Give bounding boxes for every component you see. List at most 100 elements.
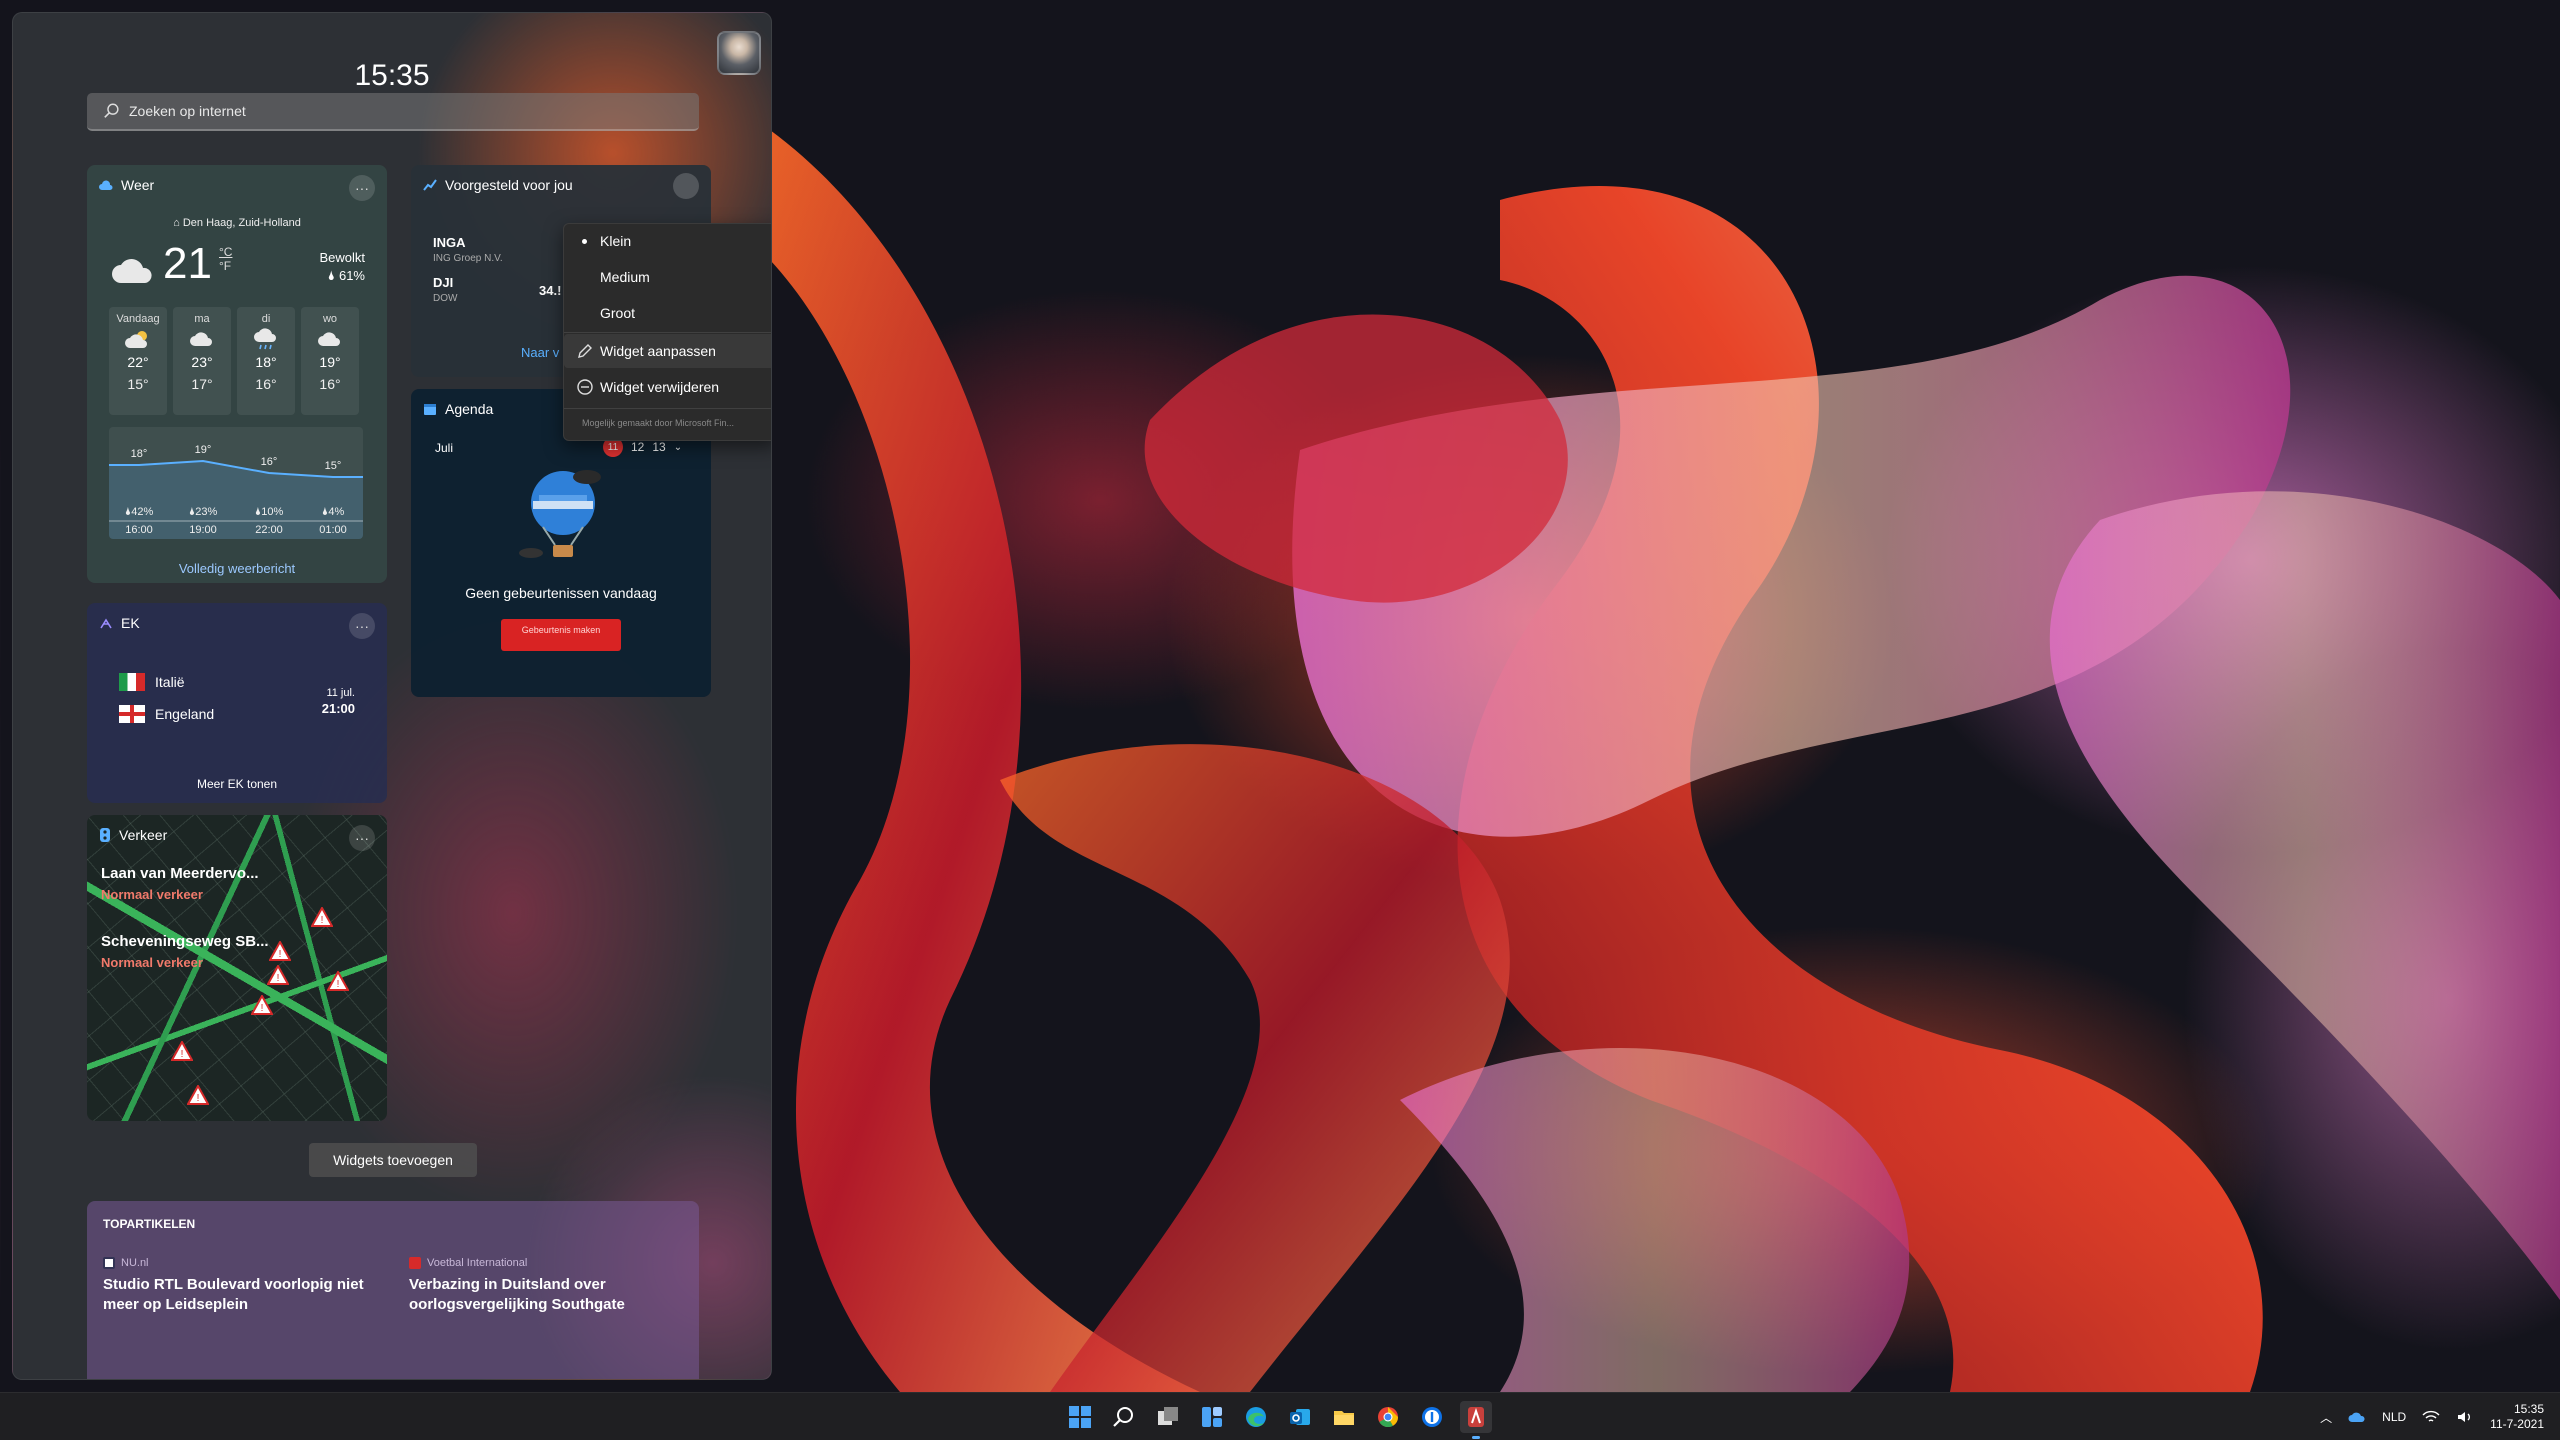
article-headline[interactable]: Studio RTL Boulevard voorlopig niet meer…	[103, 1275, 383, 1315]
chevron-down-icon[interactable]: ⌄	[674, 442, 682, 453]
language-indicator[interactable]: NLD	[2382, 1410, 2406, 1424]
unit-fahrenheit[interactable]: °F	[219, 259, 232, 273]
temperature-unit-toggle[interactable]: °C °F	[219, 245, 232, 273]
match-date: 11 jul.	[326, 687, 355, 699]
weather-widget[interactable]: Weer ··· ⌂ Den Haag, Zuid-Holland 21 °C °…	[87, 165, 387, 583]
stock-symbol: DJI	[433, 275, 454, 290]
route-name[interactable]: Laan van Meerdervo...	[101, 865, 259, 882]
web-search-input[interactable]: Zoeken op internet	[87, 93, 699, 131]
taskbar-search-button[interactable]	[1108, 1401, 1140, 1433]
team-england[interactable]: Engeland	[119, 705, 214, 723]
traffic-more-button[interactable]: ···	[349, 825, 375, 851]
hourly-temp-label: 15°	[325, 460, 342, 472]
forecast-high: 19°	[319, 354, 341, 370]
forecast-low: 17°	[191, 376, 213, 392]
1password-icon	[1422, 1407, 1442, 1427]
article-source: NU.nl	[103, 1257, 383, 1269]
article-source: Voetbal International	[409, 1257, 689, 1269]
article-card[interactable]: NU.nl Studio RTL Boulevard voorlopig nie…	[103, 1257, 383, 1315]
taskbar-clock[interactable]: 15:35 11-7-2021	[2490, 1402, 2544, 1432]
forecast-day-label: Vandaag	[116, 313, 160, 325]
cloud-icon	[112, 259, 152, 283]
weather-more-button[interactable]: ···	[349, 175, 375, 201]
hourly-time-label: 16:00	[125, 524, 153, 536]
search-icon	[1113, 1407, 1133, 1427]
suggested-link[interactable]: Naar v	[521, 345, 559, 360]
outlook-button[interactable]	[1284, 1401, 1316, 1433]
menu-item-remove-widget[interactable]: Widget verwijderen	[564, 370, 771, 404]
chevron-up-icon[interactable]: ︿	[2320, 1409, 2332, 1426]
stock-name: ING Groep N.V.	[433, 253, 503, 264]
add-widgets-button[interactable]: Widgets toevoegen	[309, 1143, 477, 1177]
ek-widget[interactable]: EK ··· Italië Engeland 11 jul. 21:00 Meer…	[87, 603, 387, 803]
article-card[interactable]: Voetbal International Verbazing in Duits…	[409, 1257, 689, 1315]
precip-chance: 61%	[338, 268, 365, 283]
forecast-day[interactable]: di 18° 16°	[237, 307, 295, 415]
source-name: NU.nl	[121, 1257, 149, 1269]
wifi-icon[interactable]	[2422, 1410, 2440, 1424]
menu-item-small[interactable]: Klein	[564, 224, 771, 258]
file-explorer-button[interactable]	[1328, 1401, 1360, 1433]
menu-item-large[interactable]: Groot	[564, 296, 771, 330]
ek-title: EK	[99, 615, 140, 631]
volume-icon[interactable]	[2456, 1410, 2474, 1424]
weather-location-text: Den Haag, Zuid-Holland	[182, 217, 301, 229]
suggested-title: Voorgesteld voor jou	[423, 177, 573, 193]
no-events-text: Geen gebeurtenissen vandaag	[465, 585, 657, 601]
team-italy[interactable]: Italië	[119, 673, 185, 691]
edge-button[interactable]	[1240, 1401, 1272, 1433]
stock-item[interactable]: DJI DOW	[433, 275, 457, 304]
task-view-button[interactable]	[1152, 1401, 1184, 1433]
weather-condition: Bewolkt 🌢 61%	[319, 249, 365, 285]
create-event-button[interactable]: Gebeurtenis maken	[501, 619, 621, 651]
rain-icon	[252, 328, 280, 350]
italy-flag-icon	[119, 673, 145, 691]
svg-text:!: !	[277, 973, 280, 984]
chrome-button[interactable]	[1372, 1401, 1404, 1433]
day-item[interactable]: 12	[631, 440, 644, 454]
start-button[interactable]	[1064, 1401, 1096, 1433]
menu-item-label: Widget verwijderen	[600, 379, 720, 395]
chart-icon	[423, 179, 437, 191]
ek-title-text: EK	[121, 615, 140, 631]
route-name[interactable]: Scheveningseweg SB...	[101, 933, 269, 950]
taskbar-date: 11-7-2021	[2490, 1417, 2544, 1431]
ek-more-button[interactable]: ···	[349, 613, 375, 639]
svg-text:!: !	[337, 979, 340, 990]
menu-footer: Mogelijk gemaakt door Microsoft Fin...	[582, 418, 735, 428]
forecast-day[interactable]: wo 19° 16°	[301, 307, 359, 415]
system-tray: ︿ NLD 15:35 11-7-2021	[2320, 1393, 2544, 1440]
menu-item-medium[interactable]: Medium	[564, 260, 771, 294]
stock-item[interactable]: INGA ING Groep N.V.	[433, 235, 503, 264]
full-forecast-link[interactable]: Volledig weerbericht	[87, 561, 387, 576]
svg-text:!: !	[279, 949, 282, 960]
task-view-icon	[1158, 1407, 1178, 1425]
article-headline[interactable]: Verbazing in Duitsland over oorlogsverge…	[409, 1275, 689, 1315]
forecast-day[interactable]: Vandaag 22° 15°	[109, 307, 167, 415]
more-ek-link[interactable]: Meer EK tonen	[87, 777, 387, 791]
forecast-low: 16°	[319, 376, 341, 392]
pencil-icon	[578, 344, 592, 358]
widgets-button[interactable]	[1196, 1401, 1228, 1433]
1password-button[interactable]	[1416, 1401, 1448, 1433]
weather-title: Weer	[99, 177, 154, 193]
traffic-widget[interactable]: Verkeer ··· Laan van Meerdervo... Normaa…	[87, 815, 387, 1121]
menu-divider	[564, 332, 771, 333]
stock-value: 34.!	[539, 283, 562, 298]
onedrive-icon[interactable]	[2348, 1411, 2366, 1423]
active-app-button[interactable]	[1460, 1401, 1492, 1439]
unit-celsius[interactable]: °C	[219, 245, 232, 259]
day-item[interactable]: 13	[652, 440, 665, 454]
source-name: Voetbal International	[427, 1257, 528, 1269]
user-avatar[interactable]	[717, 31, 761, 75]
menu-item-customize-widget[interactable]: Widget aanpassen	[564, 334, 771, 368]
start-icon	[1069, 1406, 1091, 1428]
route-status: Normaal verkeer	[101, 955, 203, 970]
suggested-more-button[interactable]	[673, 173, 699, 199]
incident-warning-icon: !	[269, 941, 291, 961]
outlook-icon	[1290, 1409, 1310, 1425]
incident-warning-icon: !	[327, 971, 349, 991]
hourly-precip-label: 🌢10%	[255, 506, 284, 518]
forecast-day[interactable]: ma 23° 17°	[173, 307, 231, 415]
forecast-days: Vandaag 22° 15° ma 23° 17° di 18° 16° wo 19° 16°	[109, 307, 359, 415]
